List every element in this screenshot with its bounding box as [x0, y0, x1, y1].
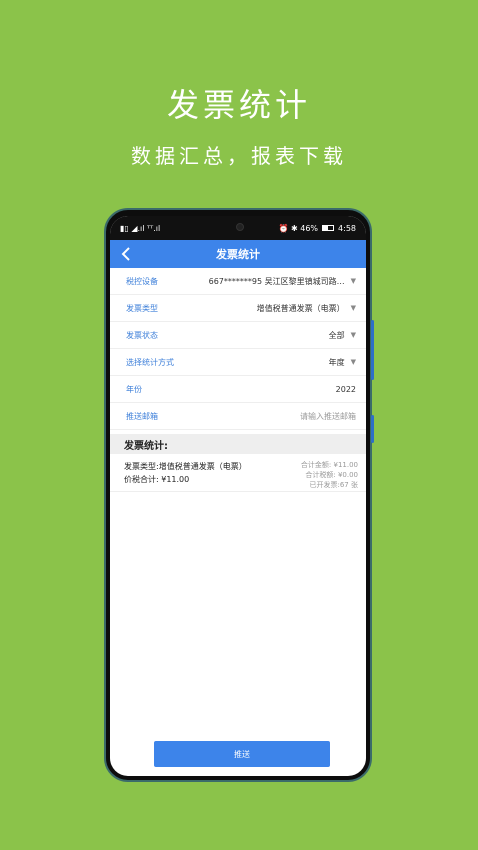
- form-value: 667*******95 吴江区黎里镇城司路… ▼: [209, 276, 356, 287]
- phone-frame: ▮▯ ◢.ıl ᵀᵀ.ıl ⏰ ✱ 46% 4:58 发票统计 税控设备 667…: [104, 208, 374, 782]
- form-value: 全部 ▼: [329, 330, 356, 341]
- promo-subtitle: 数据汇总，报表下载: [131, 144, 347, 168]
- form: 税控设备 667*******95 吴江区黎里镇城司路… ▼ 发票类型 增值税普…: [110, 268, 366, 430]
- stats-total-amount: 合计金额: ¥11.00: [300, 461, 358, 469]
- invoice-type-value: 增值税普通发票（电票）: [256, 303, 345, 313]
- stats-section-title: 发票统计:: [110, 434, 366, 454]
- promo-title: 发票统计: [166, 86, 311, 124]
- stats-summary: 发票类型:增值税普通发票（电票） 价税合计: ¥11.00 合计金额: ¥11.…: [110, 454, 366, 492]
- form-row-device[interactable]: 税控设备 667*******95 吴江区黎里镇城司路… ▼: [110, 268, 366, 295]
- stats-total-with-tax: 价税合计: ¥11.00: [124, 475, 190, 484]
- stats-issued-count: 已开发票:67 张: [309, 481, 359, 489]
- phone-power-button: [371, 415, 374, 443]
- invoice-status-value: 全部: [328, 330, 345, 340]
- stats-right: 合计金额: ¥11.00 合计税额: ¥0.00 已开发票:67 张: [300, 460, 359, 489]
- app-header: 发票统计: [110, 240, 366, 268]
- stats-invoice-type: 发票类型:增值税普通发票（电票）: [124, 462, 247, 471]
- form-label: 年份: [126, 384, 142, 394]
- form-value: 年度 ▼: [329, 357, 356, 368]
- signal-icon: ▮▯ ◢.ıl ᵀᵀ.ıl: [120, 223, 161, 233]
- email-input[interactable]: 请输入推送邮箱: [300, 411, 356, 422]
- status-bar: ▮▯ ◢.ıl ᵀᵀ.ıl ⏰ ✱ 46% 4:58: [110, 216, 366, 240]
- stats-left: 发票类型:增值税普通发票（电票） 价税合计: ¥11.00: [124, 460, 247, 487]
- camera-icon: [236, 223, 244, 231]
- status-right: ⏰ ✱ 46% 4:58: [279, 224, 357, 233]
- form-label: 税控设备: [126, 276, 158, 286]
- form-row-invoice-status[interactable]: 发票状态 全部 ▼: [110, 322, 366, 349]
- chevron-down-icon: ▼: [350, 331, 356, 339]
- chevron-down-icon: ▼: [350, 277, 356, 285]
- status-signal: ▮▯ ◢.ıl ᵀᵀ.ıl: [120, 224, 160, 233]
- form-label: 选择统计方式: [126, 357, 174, 367]
- year-value: 2022: [335, 384, 356, 394]
- form-row-year[interactable]: 年份 2022: [110, 376, 366, 403]
- form-value: 增值税普通发票（电票） ▼: [257, 303, 356, 314]
- page-title: 发票统计: [216, 248, 260, 261]
- chevron-down-icon: ▼: [350, 304, 356, 312]
- phone-volume-button: [371, 320, 374, 380]
- device-value: 667*******95 吴江区黎里镇城司路…: [208, 276, 345, 286]
- stats-total-tax: 合计税额: ¥0.00: [305, 471, 358, 479]
- push-button[interactable]: 推送: [154, 741, 330, 767]
- status-time: 4:58: [338, 223, 356, 233]
- chevron-down-icon: ▼: [350, 358, 356, 366]
- form-row-stat-method[interactable]: 选择统计方式 年度 ▼: [110, 349, 366, 376]
- alarm-bluetooth-battery-icons: ⏰ ✱ 46%: [278, 223, 319, 233]
- app-screen: ▮▯ ◢.ıl ᵀᵀ.ıl ⏰ ✱ 46% 4:58 发票统计 税控设备 667…: [110, 216, 366, 776]
- form-row-invoice-type[interactable]: 发票类型 增值税普通发票（电票） ▼: [110, 295, 366, 322]
- battery-icon: [322, 225, 335, 231]
- form-row-email[interactable]: 推送邮箱 请输入推送邮箱: [110, 403, 366, 430]
- back-arrow-icon[interactable]: [118, 244, 134, 264]
- form-label: 发票类型: [126, 303, 158, 313]
- stat-method-value: 年度: [328, 357, 345, 367]
- form-label: 发票状态: [126, 330, 158, 340]
- form-label: 推送邮箱: [126, 411, 158, 421]
